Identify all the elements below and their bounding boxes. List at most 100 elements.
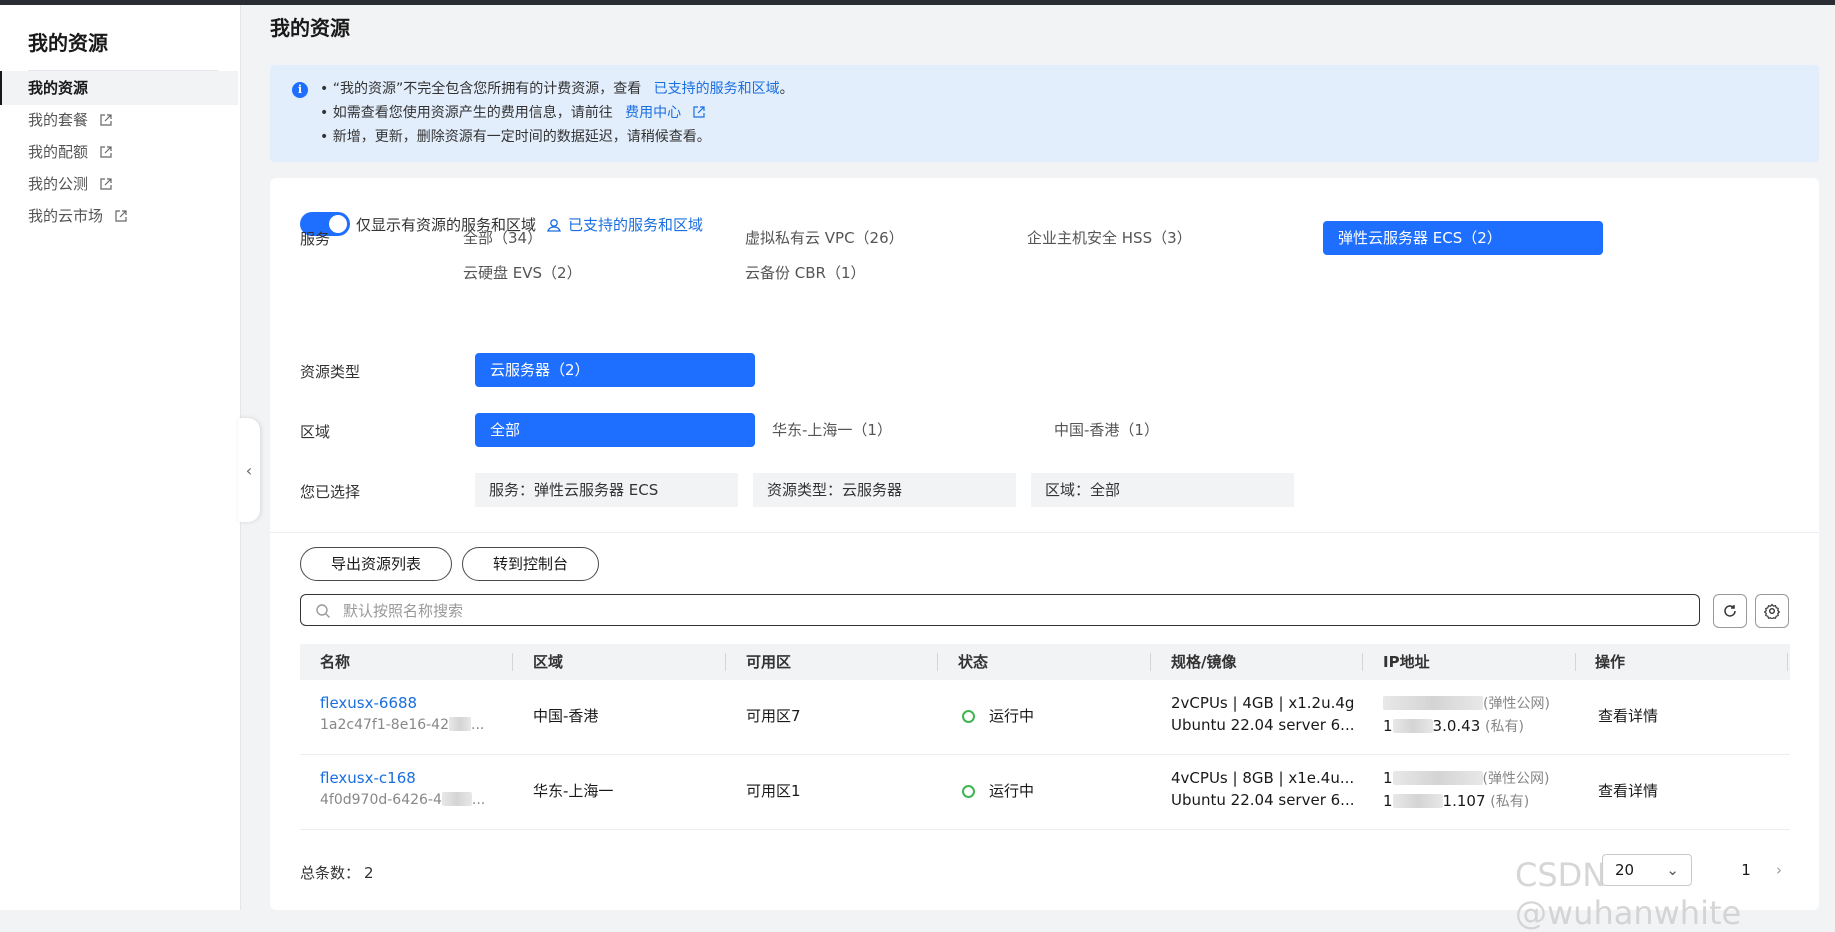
sidebar-item-my-quotas[interactable]: 我的配额: [0, 135, 238, 169]
status-text: 运行中: [989, 782, 1035, 800]
image-text: Ubuntu 22.04 server 6...: [1171, 716, 1355, 734]
sidebar-item-my-beta[interactable]: 我的公测: [0, 167, 238, 201]
column-separator: [1787, 653, 1788, 671]
resource-type-filter-label: 资源类型: [300, 363, 361, 381]
column-separator: [1362, 653, 1363, 671]
image-text: Ubuntu 22.04 server 6...: [1171, 791, 1355, 809]
sidebar: 我的资源 我的资源 我的套餐 我的配额 我的公测 我的云市场: [0, 5, 241, 910]
service-option-ecs[interactable]: 弹性云服务器 ECS（2）: [1323, 221, 1603, 255]
ip-public: (弹性公网): [1383, 692, 1550, 715]
sidebar-item-my-marketplace[interactable]: 我的云市场: [0, 199, 238, 233]
ip-private-prefix: 1: [1383, 717, 1393, 735]
spec-cell: 4vCPUs | 8GB | x1e.4u... Ubuntu 22.04 se…: [1171, 767, 1354, 811]
settings-button[interactable]: [1755, 594, 1789, 628]
status-running-icon: [962, 710, 975, 723]
column-separator: [1150, 653, 1151, 671]
resource-name-cell: flexusx-6688 1a2c47f1-8e16-42...: [320, 692, 484, 736]
ip-public-prefix: 1: [1383, 769, 1393, 787]
selected-chip-resource-type: 资源类型：云服务器: [753, 473, 1016, 507]
sidebar-item-label: 我的配额: [28, 143, 89, 161]
notice-text: • 如需查看您使用资源产生的费用信息，请前往: [320, 105, 613, 121]
total-count-label: 总条数：: [300, 864, 361, 882]
search-input[interactable]: [341, 595, 1675, 627]
total-count: 总条数： 2: [300, 862, 374, 883]
view-details-link[interactable]: 查看详情: [1598, 780, 1658, 802]
info-icon: i: [292, 82, 308, 98]
notice-text: 。: [779, 81, 794, 97]
resource-type-option-server[interactable]: 云服务器（2）: [475, 353, 755, 387]
resource-name-link[interactable]: flexusx-6688: [320, 692, 484, 714]
service-filter-label: 服务: [300, 230, 331, 248]
service-option-evs[interactable]: 云硬盘 EVS（2）: [448, 256, 728, 290]
redacted-block: [1392, 719, 1433, 733]
external-link-icon: [115, 210, 127, 222]
service-option-hss[interactable]: 企业主机安全 HSS（3）: [1012, 221, 1292, 255]
selected-chip-region: 区域：全部: [1031, 473, 1294, 507]
sidebar-item-my-resources[interactable]: 我的资源: [0, 71, 238, 105]
region-option-all[interactable]: 全部: [475, 413, 755, 447]
search-icon: [316, 604, 330, 618]
sidebar-item-label: 我的公测: [28, 175, 89, 193]
ip-private-tail: 1.107: [1442, 792, 1486, 810]
go-to-console-button[interactable]: 转到控制台: [462, 547, 599, 581]
resource-name-link[interactable]: flexusx-c168: [320, 767, 485, 789]
external-link-icon: [100, 114, 112, 126]
sidebar-item-label: 我的云市场: [28, 207, 104, 225]
service-option-cbr[interactable]: 云备份 CBR（1）: [730, 256, 1010, 290]
column-header-name[interactable]: 名称: [320, 644, 350, 680]
external-link-icon: [693, 106, 705, 118]
resource-id-ellipsis: ...: [471, 717, 485, 733]
notice-text: • “我的资源”不完全包含您所拥有的计费资源，查看: [320, 81, 642, 97]
spec-text: 4vCPUs | 8GB | x1e.4u...: [1171, 769, 1355, 787]
column-header-ip[interactable]: IP地址: [1383, 644, 1430, 680]
status-text: 运行中: [989, 707, 1035, 725]
column-header-region[interactable]: 区域: [533, 644, 563, 680]
notice-line-3: • 新增，更新，删除资源有一定时间的数据延迟，请稍候查看。: [320, 129, 711, 145]
redacted-block: [1383, 696, 1483, 710]
region-option-hongkong[interactable]: 中国-香港（1）: [1039, 413, 1319, 447]
column-separator: [1575, 653, 1576, 671]
gear-icon: [1764, 603, 1780, 619]
column-separator: [512, 653, 513, 671]
ip-private: 1 3.0.43 (私有): [1383, 715, 1550, 738]
sidebar-item-my-packages[interactable]: 我的套餐: [0, 103, 238, 137]
refresh-button[interactable]: [1713, 594, 1747, 628]
table-row: flexusx-c168 4f0d970d-6426-4... 华东-上海一 可…: [300, 755, 1790, 830]
resource-id-text: 4f0d970d-6426-4: [320, 792, 442, 808]
resource-panel: 仅显示有资源的服务和区域 已支持的服务和区域 服务 全部（34） 虚拟私有云 V…: [270, 178, 1819, 910]
region-option-shanghai[interactable]: 华东-上海一（1）: [757, 413, 1037, 447]
column-header-spec[interactable]: 规格/镜像: [1171, 644, 1236, 680]
resource-id: 1a2c47f1-8e16-42...: [320, 714, 484, 736]
table-row: flexusx-6688 1a2c47f1-8e16-42... 中国-香港 可…: [300, 680, 1790, 755]
export-resource-list-button[interactable]: 导出资源列表: [300, 547, 452, 581]
ip-private-prefix: 1: [1383, 792, 1393, 810]
ip-private-tail: 3.0.43: [1432, 717, 1481, 735]
selected-filters-label: 您已选择: [300, 483, 361, 501]
ip-public: 1 (弹性公网): [1383, 767, 1549, 790]
sidebar-collapse-button[interactable]: ‹: [238, 418, 260, 522]
az-cell: 可用区1: [746, 782, 801, 800]
status-cell: 运行中: [962, 705, 1034, 727]
resource-id-text: 1a2c47f1-8e16-42: [320, 717, 449, 733]
sidebar-title: 我的资源: [28, 31, 108, 55]
redacted-block: [441, 792, 472, 806]
service-option-all[interactable]: 全部（34）: [448, 221, 728, 255]
region-cell: 华东-上海一: [533, 782, 614, 800]
refresh-icon: [1724, 605, 1736, 617]
ip-private-label: (私有): [1490, 794, 1530, 810]
ip-cell: 1 (弹性公网) 1 1.107 (私有): [1383, 767, 1549, 813]
ip-public-label: (弹性公网): [1482, 771, 1550, 787]
watermark: CSDN @wuhanwhite: [1515, 856, 1742, 932]
billing-center-link[interactable]: 费用中心: [625, 105, 705, 121]
redacted-block: [1392, 794, 1443, 808]
status-cell: 运行中: [962, 780, 1034, 802]
supported-services-link[interactable]: 已支持的服务和区域: [654, 81, 780, 97]
view-details-link[interactable]: 查看详情: [1598, 705, 1658, 727]
page-title: 我的资源: [270, 16, 350, 40]
column-header-az[interactable]: 可用区: [746, 644, 791, 680]
service-option-vpc[interactable]: 虚拟私有云 VPC（26）: [730, 221, 1010, 255]
region-filter-label: 区域: [300, 423, 331, 441]
column-header-status[interactable]: 状态: [958, 644, 988, 680]
total-count-value: 2: [364, 864, 374, 882]
search-box: [300, 594, 1700, 627]
